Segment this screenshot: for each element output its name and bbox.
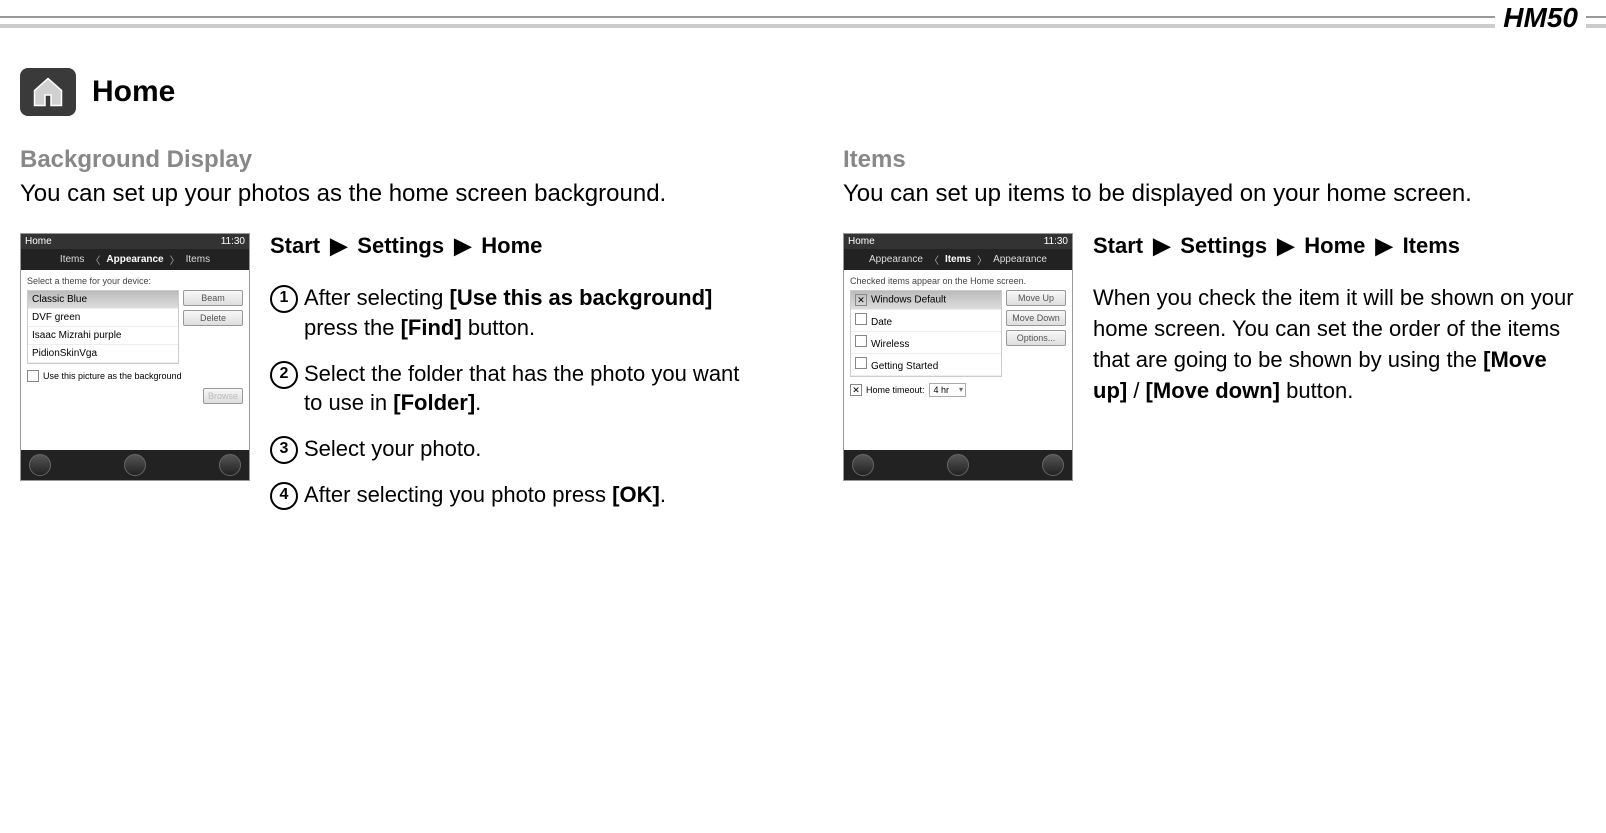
column-left: Home Background Display You can set up y… — [20, 68, 763, 525]
move-up-button: Move Up — [1006, 290, 1066, 306]
path-items: Start ▶ Settings ▶ Home ▶ Items — [1093, 233, 1586, 259]
step-3: Select your photo. — [270, 434, 763, 464]
arrow-icon: ▶ — [1376, 233, 1393, 259]
center-button-icon — [124, 454, 146, 476]
ok-button-icon — [219, 454, 241, 476]
item-date: Date — [851, 310, 1001, 332]
lead-background-display: You can set up your photos as the home s… — [20, 178, 763, 209]
theme-hint: Select a theme for your device: — [27, 276, 243, 286]
page-content: Home Background Display You can set up y… — [0, 28, 1606, 525]
item-wireless: Wireless — [851, 332, 1001, 354]
move-down-button: Move Down — [1006, 310, 1066, 326]
step-2: Select the folder that has the photo you… — [270, 359, 763, 418]
left-row: Home 11:30 Items 〈 Appearance 〉 Items Se… — [20, 233, 763, 525]
tab-appearance-2: Appearance — [869, 254, 923, 265]
beam-button: Beam — [183, 290, 243, 306]
arrow-icon: ▶ — [1153, 233, 1170, 259]
tab-items-2: Items — [186, 254, 210, 265]
instructions-background: Start ▶ Settings ▶ Home After selecting … — [270, 233, 763, 525]
step-4-text-c: . — [660, 482, 666, 507]
items-hint: Checked items appear on the Home screen. — [850, 276, 1066, 286]
step-1-bold-d: [Find] — [401, 315, 462, 340]
section-title: Home — [92, 75, 175, 109]
status-time-2: 11:30 — [1044, 236, 1068, 247]
use-background-checkbox — [27, 370, 39, 382]
item-getting-started: Getting Started — [851, 354, 1001, 376]
step-2-text-a: Select the folder that has the photo you… — [304, 361, 739, 416]
subhead-background-display: Background Display — [20, 146, 763, 174]
arrow-icon: ▶ — [330, 233, 347, 259]
tab-appearance: Appearance — [106, 254, 163, 265]
header-rule: HM50 — [0, 16, 1606, 28]
screenshot-appearance: Home 11:30 Items 〈 Appearance 〉 Items Se… — [20, 233, 250, 481]
home-timeout-label: Home timeout: — [866, 385, 925, 395]
tab-items-2b: Items — [945, 254, 971, 265]
theme-dvf-green: DVF green — [28, 309, 178, 327]
subhead-items: Items — [843, 146, 1586, 174]
theme-list: Classic Blue DVF green Isaac Mizrahi pur… — [27, 290, 179, 364]
chevron-right-icon: 〉 — [977, 252, 987, 267]
status-title: Home — [25, 236, 52, 247]
chevron-left-icon: 〈 — [90, 252, 100, 267]
items-list: ✕Windows Default Date Wireless Getting S… — [850, 290, 1002, 377]
step-4: After selecting you photo press [OK]. — [270, 480, 763, 510]
instructions-items: Start ▶ Settings ▶ Home ▶ Items When you… — [1093, 233, 1586, 406]
options-button: Options... — [1006, 330, 1066, 346]
section-header: Home — [20, 68, 763, 116]
arrow-icon: ▶ — [454, 233, 471, 259]
step-1-bold-b: [Use this as background] — [450, 285, 713, 310]
path-items-2: Items — [1403, 233, 1460, 258]
desc-d: [Move down] — [1146, 378, 1280, 403]
desc-c: / — [1127, 378, 1145, 403]
center-button-icon-2 — [947, 454, 969, 476]
path-home: Home — [481, 233, 542, 258]
right-row: Home 11:30 Appearance 〈 Items 〉 Appearan… — [843, 233, 1586, 481]
step-4-bold-b: [OK] — [612, 482, 660, 507]
step-1-text-e: button. — [462, 315, 535, 340]
tab-appearance-3: Appearance — [993, 254, 1047, 265]
chevron-left-icon: 〈 — [929, 252, 939, 267]
delete-button: Delete — [183, 310, 243, 326]
ok-button-icon-2 — [1042, 454, 1064, 476]
screenshot-items: Home 11:30 Appearance 〈 Items 〉 Appearan… — [843, 233, 1073, 481]
step-2-text-c: . — [475, 390, 481, 415]
column-right: Items You can set up items to be display… — [843, 68, 1586, 525]
lead-items: You can set up items to be displayed on … — [843, 178, 1586, 209]
desc-e: button. — [1280, 378, 1353, 403]
start-button-icon-2 — [852, 454, 874, 476]
home-icon — [20, 68, 76, 116]
path-background: Start ▶ Settings ▶ Home — [270, 233, 763, 259]
theme-pidionskinvga: PidionSkinVga — [28, 345, 178, 363]
item-windows-default: ✕Windows Default — [851, 291, 1001, 310]
arrow-icon: ▶ — [1277, 233, 1294, 259]
home-timeout-checkbox: ✕ — [850, 384, 862, 396]
path-settings-2: Settings — [1180, 233, 1267, 258]
status-title-2: Home — [848, 236, 875, 247]
browse-button: Browse — [203, 388, 243, 404]
step-1-text-c: press the — [304, 315, 401, 340]
items-description: When you check the item it will be shown… — [1093, 283, 1586, 406]
step-2-bold-b: [Folder] — [393, 390, 475, 415]
theme-classic-blue: Classic Blue — [28, 291, 178, 309]
step-1: After selecting [Use this as background]… — [270, 283, 763, 342]
path-settings: Settings — [357, 233, 444, 258]
steps-background: After selecting [Use this as background]… — [270, 283, 763, 509]
path-start-2: Start — [1093, 233, 1143, 258]
tab-items: Items — [60, 254, 84, 265]
home-timeout-select: 4 hr — [929, 383, 967, 397]
model-label: HM50 — [1495, 2, 1586, 34]
use-background-label: Use this picture as the background — [43, 371, 182, 381]
theme-isaac-mizrahi: Isaac Mizrahi purple — [28, 327, 178, 345]
step-1-text-a: After selecting — [304, 285, 450, 310]
step-4-text-a: After selecting you photo press — [304, 482, 612, 507]
path-home-2: Home — [1304, 233, 1365, 258]
path-start: Start — [270, 233, 320, 258]
start-button-icon — [29, 454, 51, 476]
chevron-right-icon: 〉 — [170, 252, 180, 267]
status-time: 11:30 — [221, 236, 245, 247]
